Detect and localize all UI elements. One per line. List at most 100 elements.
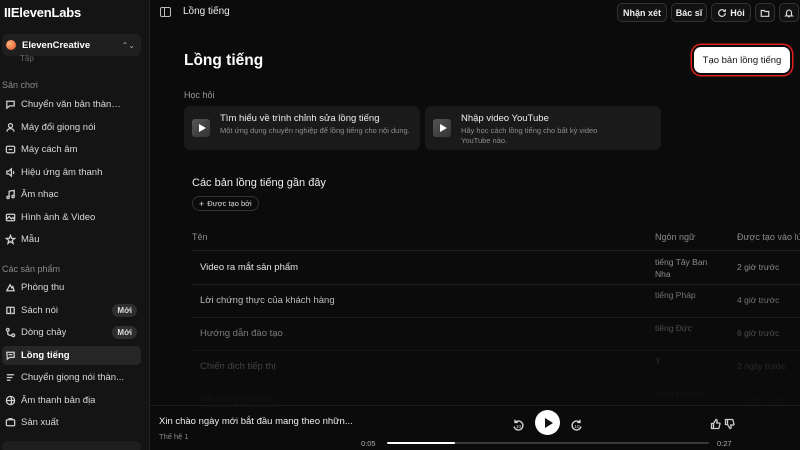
sound-effects-icon bbox=[4, 166, 16, 178]
flows-icon bbox=[4, 327, 16, 339]
sidebar-item[interactable]: Chuyển giọng nói thàn... bbox=[2, 368, 141, 387]
row-name: Hướng dẫn đào tạo bbox=[200, 328, 283, 339]
sidebar-item-label: Hiệu ứng âm thanh bbox=[21, 166, 103, 178]
thumbs-up-icon[interactable] bbox=[710, 417, 722, 430]
rewind-10-icon[interactable]: 10 bbox=[511, 418, 525, 432]
top-bar: Lồng tiếng Nhận xét Bác sĩ Hỏi bbox=[150, 0, 800, 25]
voice-isolator-icon bbox=[4, 144, 16, 156]
folder-button[interactable] bbox=[755, 3, 775, 22]
sidebar-item[interactable]: Chuyển văn bản thành ... bbox=[2, 95, 141, 114]
divider bbox=[192, 350, 800, 351]
player-track-title: Xin chào ngày mới bắt đầu mang theo nhữn… bbox=[159, 416, 353, 427]
card-description: Hãy học cách lồng tiếng cho bất kỳ video… bbox=[461, 126, 598, 145]
recent-dubs-title: Các bản lồng tiếng gần đây bbox=[192, 177, 326, 189]
sidebar-item[interactable]: Sản xuất bbox=[2, 413, 141, 432]
sidebar-item-label: Mẫu bbox=[21, 234, 40, 245]
created-by-filter[interactable]: + Được tạo bởi bbox=[192, 196, 259, 211]
card-title: Tìm hiểu về trình chỉnh sửa lồng tiếng bbox=[220, 113, 380, 124]
row-language: tiếng Tây Ban Nha bbox=[655, 257, 708, 279]
progress-track[interactable] bbox=[387, 442, 709, 444]
svg-text:10: 10 bbox=[575, 424, 581, 429]
sidebar-item[interactable]: Hiệu ứng âm thanh bbox=[2, 163, 141, 182]
column-header-language[interactable]: Ngôn ngữ bbox=[655, 232, 695, 242]
sidebar-item-label: Máy đổi giọng nói bbox=[21, 121, 96, 133]
sidebar-toggle-icon[interactable] bbox=[160, 7, 171, 17]
localized-audio-icon bbox=[4, 394, 16, 406]
learn-section-title: Học hỏi bbox=[184, 90, 215, 100]
templates-icon bbox=[4, 234, 16, 246]
sidebar-item[interactable]: Mẫu bbox=[2, 230, 141, 249]
dubbing-icon bbox=[4, 349, 16, 361]
feedback-button[interactable]: Nhận xét bbox=[617, 3, 667, 22]
row-created: 6 giờ trước bbox=[737, 328, 780, 338]
workspace-avatar bbox=[6, 40, 16, 50]
studio-icon bbox=[4, 282, 16, 294]
docs-button[interactable]: Bác sĩ bbox=[671, 3, 707, 22]
folder-icon bbox=[760, 9, 770, 17]
sidebar-item-label: Âm nhạc bbox=[21, 189, 59, 200]
text-to-speech-icon bbox=[4, 99, 16, 111]
play-icon bbox=[198, 124, 206, 132]
sidebar-item[interactable]: Lồng tiếng bbox=[2, 345, 141, 365]
voice-changer-icon bbox=[4, 121, 16, 133]
progress-fill bbox=[387, 442, 455, 444]
workspace-name: ElevenCreative bbox=[22, 39, 91, 51]
sidebar-item[interactable]: Âm thanh bản địa bbox=[2, 391, 141, 410]
sidebar-item-label: Lồng tiếng bbox=[21, 349, 70, 361]
learn-card-youtube[interactable]: Nhập video YouTube Hãy học cách lồng tiế… bbox=[425, 106, 661, 150]
card-title: Nhập video YouTube bbox=[461, 113, 549, 124]
new-badge: Mới bbox=[112, 326, 137, 339]
filter-label: Được tạo bởi bbox=[207, 199, 252, 208]
sidebar-item[interactable]: Dòng chảy Mới bbox=[2, 323, 141, 342]
sidebar-item-label: Máy cách âm bbox=[21, 144, 78, 155]
sidebar-item-label: Chuyển giọng nói thàn... bbox=[21, 372, 124, 383]
play-icon bbox=[439, 124, 447, 132]
ask-button[interactable]: Hỏi bbox=[711, 3, 751, 22]
video-thumbnail bbox=[192, 119, 210, 137]
sidebar-item-label: Sách nói bbox=[21, 304, 58, 316]
sidebar-item[interactable]: Máy đổi giọng nói bbox=[2, 118, 141, 137]
thumbs-down-icon[interactable] bbox=[724, 417, 736, 430]
player-track-subtitle: Thế hệ 1 bbox=[159, 432, 189, 441]
play-icon bbox=[544, 417, 553, 428]
sidebar-item-label: Hình ảnh & Video bbox=[21, 211, 96, 223]
notifications-button[interactable] bbox=[779, 3, 799, 22]
sidebar-item-cutoff[interactable]: Tập bbox=[20, 54, 34, 63]
divider bbox=[192, 317, 800, 318]
new-badge: Mới bbox=[112, 303, 137, 317]
card-description: Một ứng dụng chuyên nghiệp để lồng tiếng… bbox=[220, 126, 410, 135]
row-created: 4 giờ trước bbox=[737, 295, 780, 305]
workspace-switcher[interactable]: ElevenCreative ⌃⌄ bbox=[2, 34, 141, 56]
current-time: 0:05 bbox=[361, 439, 376, 448]
audio-player: Xin chào ngày mới bắt đầu mang theo nhữn… bbox=[150, 405, 800, 450]
divider bbox=[192, 284, 800, 285]
chevron-up-down-icon: ⌃⌄ bbox=[121, 40, 135, 50]
forward-10-icon[interactable]: 10 bbox=[570, 418, 584, 432]
account-menu[interactable] bbox=[2, 441, 141, 450]
row-language: tiếng Pháp bbox=[655, 290, 696, 300]
sidebar-item[interactable]: Sách nói Mới bbox=[2, 301, 141, 320]
column-header-name[interactable]: Tên bbox=[192, 232, 208, 242]
create-dub-button[interactable]: Tạo bản lồng tiếng bbox=[694, 47, 790, 73]
app-logo[interactable]: IIElevenLabs bbox=[4, 5, 81, 20]
learn-card-editor[interactable]: Tìm hiểu về trình chỉnh sửa lồng tiếng M… bbox=[184, 106, 420, 150]
row-created: 2 giờ trước bbox=[737, 262, 780, 272]
plus-icon: + bbox=[199, 198, 205, 209]
sidebar-item[interactable]: Máy cách âm bbox=[2, 140, 141, 159]
audiobook-icon bbox=[4, 304, 16, 316]
row-language: tiếng Đức bbox=[655, 323, 692, 333]
play-button[interactable] bbox=[535, 410, 560, 435]
refresh-icon bbox=[718, 8, 727, 17]
section-title-playground: Sân chơi bbox=[2, 80, 38, 90]
sidebar-item[interactable]: Phòng thu bbox=[2, 278, 141, 297]
sidebar-item-label: Chuyển văn bản thành ... bbox=[21, 99, 126, 110]
bell-icon bbox=[784, 9, 794, 17]
sidebar-item[interactable]: Âm nhạc bbox=[2, 185, 141, 204]
list-fade bbox=[150, 355, 800, 405]
section-title-products: Các sản phẩm bbox=[2, 264, 61, 274]
productions-icon bbox=[4, 417, 16, 429]
column-header-created[interactable]: Được tạo vào lú bbox=[737, 232, 800, 242]
row-name: Video ra mắt sản phẩm bbox=[200, 262, 299, 273]
sidebar-item[interactable]: Hình ảnh & Video bbox=[2, 208, 141, 227]
sidebar-item-label: Sản xuất bbox=[21, 417, 59, 428]
